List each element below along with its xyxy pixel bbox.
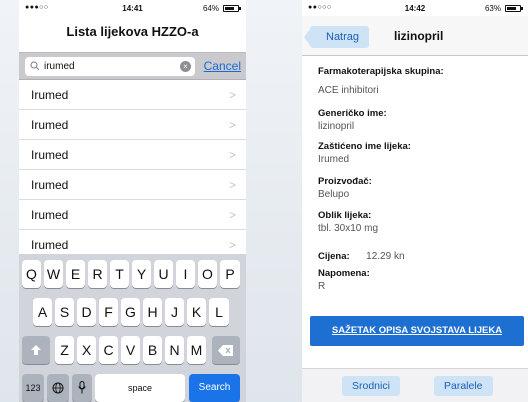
results-list: Irumed > Irumed > Irumed > Irumed > Irum… bbox=[19, 80, 246, 260]
chevron-right-icon: > bbox=[228, 148, 236, 162]
key-m[interactable]: M bbox=[187, 336, 206, 364]
key-g[interactable]: G bbox=[121, 298, 140, 326]
key-f[interactable]: F bbox=[99, 298, 118, 326]
key-o[interactable]: O bbox=[198, 260, 217, 288]
battery-icon bbox=[223, 5, 241, 12]
list-item[interactable]: Irumed > bbox=[19, 110, 246, 140]
page-title: Lista lijekova HZZO-a bbox=[66, 24, 199, 39]
chevron-right-icon: > bbox=[228, 208, 236, 222]
key-t[interactable]: T bbox=[110, 260, 129, 288]
shift-icon bbox=[31, 345, 41, 355]
key-p[interactable]: P bbox=[220, 260, 240, 288]
microphone-icon bbox=[78, 381, 86, 394]
search-query: irumed bbox=[44, 61, 75, 72]
field-label: Proizvođač: bbox=[318, 176, 372, 187]
battery-percent: 64% bbox=[202, 4, 219, 13]
field-value: lizinopril bbox=[318, 121, 355, 132]
cancel-button[interactable]: Cancel bbox=[204, 59, 241, 73]
list-item-label: Irumed bbox=[31, 208, 69, 222]
key-a[interactable]: A bbox=[33, 298, 52, 326]
chevron-right-icon: > bbox=[228, 118, 236, 132]
list-item-label: Irumed bbox=[31, 148, 69, 162]
status-bar: ●●○○○ 14:42 63% bbox=[302, 0, 528, 16]
summary-of-product-characteristics-button[interactable]: SAŽETAK OPISA SVOJSTAVA LIJEKA bbox=[310, 316, 524, 346]
search-bar: irumed × Cancel bbox=[19, 52, 246, 80]
list-item-label: Irumed bbox=[31, 238, 69, 252]
key-e[interactable]: E bbox=[66, 260, 85, 288]
list-item[interactable]: Irumed > bbox=[19, 140, 246, 170]
key-k[interactable]: K bbox=[187, 298, 206, 326]
chevron-right-icon: > bbox=[228, 178, 236, 192]
key-n[interactable]: N bbox=[165, 336, 184, 364]
field-value: tbl. 30x10 mg bbox=[318, 223, 379, 234]
field-value: Irumed bbox=[318, 154, 350, 165]
phone-right-screen: ●●○○○ 14:42 63% Natrag lizinopril Farmak… bbox=[302, 0, 528, 402]
field-label: Cijena: bbox=[318, 251, 350, 262]
chevron-right-icon: > bbox=[228, 88, 236, 102]
key-z[interactable]: Z bbox=[55, 336, 74, 364]
field-label: Oblik lijeka: bbox=[318, 210, 372, 221]
key-u[interactable]: U bbox=[154, 260, 173, 288]
shift-key[interactable] bbox=[22, 336, 50, 364]
list-item[interactable]: Irumed > bbox=[19, 200, 246, 230]
keyboard: Q W E R T Y U I O P A S D F G H J K L Z … bbox=[19, 254, 246, 402]
field-label: Zaštićeno ime lijeka: bbox=[318, 141, 411, 152]
microphone-key[interactable] bbox=[72, 374, 92, 402]
key-b[interactable]: B bbox=[143, 336, 162, 364]
key-i[interactable]: I bbox=[176, 260, 195, 288]
backspace-icon bbox=[218, 345, 233, 356]
key-h[interactable]: H bbox=[143, 298, 162, 326]
field-label: Napomena: bbox=[318, 268, 370, 279]
list-item[interactable]: Irumed > bbox=[19, 170, 246, 200]
list-item-label: Irumed bbox=[31, 88, 69, 102]
list-item-label: Irumed bbox=[31, 178, 69, 192]
paralele-button[interactable]: Paralele bbox=[434, 376, 493, 396]
key-w[interactable]: W bbox=[44, 260, 63, 288]
field-value: 12.29 kn bbox=[366, 251, 405, 262]
search-icon bbox=[30, 61, 40, 71]
srodnici-button[interactable]: Srodnici bbox=[342, 376, 400, 396]
battery-icon bbox=[505, 5, 523, 12]
search-key[interactable]: Search bbox=[189, 374, 240, 402]
key-c[interactable]: C bbox=[99, 336, 118, 364]
globe-key[interactable] bbox=[47, 374, 69, 402]
clear-icon[interactable]: × bbox=[180, 61, 191, 72]
key-d[interactable]: D bbox=[77, 298, 96, 326]
field-value: Belupo bbox=[318, 189, 350, 200]
key-q[interactable]: Q bbox=[22, 260, 41, 288]
back-button[interactable]: Natrag bbox=[310, 26, 370, 48]
phone-left-screen: ●●●○○ 14:41 64% Lista lijekova HZZO-a ir… bbox=[19, 0, 246, 402]
key-x[interactable]: X bbox=[77, 336, 96, 364]
field-value: R bbox=[318, 281, 326, 292]
numbers-key[interactable]: 123 bbox=[22, 374, 44, 402]
key-v[interactable]: V bbox=[121, 336, 140, 364]
page-title: lizinopril bbox=[394, 29, 444, 43]
status-bar: ●●●○○ 14:41 64% bbox=[19, 0, 246, 16]
navigation-bar: Natrag lizinopril bbox=[302, 16, 528, 56]
backspace-key[interactable] bbox=[212, 336, 240, 364]
field-label: Farmakoterapijska skupina: bbox=[318, 66, 444, 77]
key-s[interactable]: S bbox=[55, 298, 74, 326]
battery-percent: 63% bbox=[484, 4, 501, 13]
list-item[interactable]: Irumed > bbox=[19, 80, 246, 110]
key-y[interactable]: Y bbox=[132, 260, 151, 288]
field-value: ACE inhibitori bbox=[318, 85, 379, 96]
key-l[interactable]: L bbox=[209, 298, 229, 326]
bottom-toolbar: Srodnici Paralele bbox=[302, 368, 528, 402]
search-input[interactable]: irumed × bbox=[25, 57, 195, 76]
chevron-right-icon: > bbox=[228, 238, 236, 252]
key-j[interactable]: J bbox=[165, 298, 184, 326]
space-key[interactable]: space bbox=[95, 374, 185, 402]
field-label: Generičko ime: bbox=[318, 108, 387, 119]
key-r[interactable]: R bbox=[88, 260, 107, 288]
list-item-label: Irumed bbox=[31, 118, 69, 132]
globe-icon bbox=[52, 382, 64, 394]
